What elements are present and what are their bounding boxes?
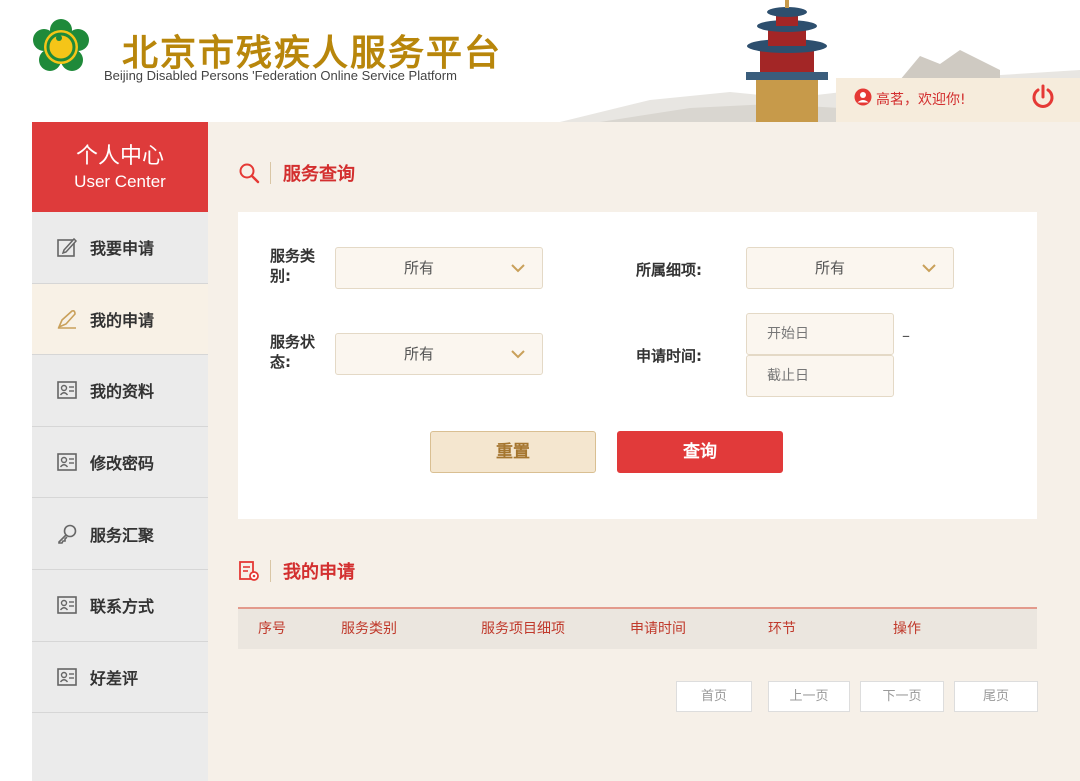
main-content: 服务查询 服务类别: 所有 所属细项: 所有 服务状态: 所有 申请时间: 开始… [208,122,1080,781]
end-date-input[interactable] [747,356,893,396]
search-panel: 服务类别: 所有 所属细项: 所有 服务状态: 所有 申请时间: 开始日 截止日… [238,212,1037,519]
id-card-icon [57,596,77,615]
id-card-icon [57,453,77,471]
chevron-down-icon [511,264,525,273]
end-date-field [746,355,894,397]
service-type-value: 所有 [403,259,434,277]
sub-item-select[interactable]: 所有 [746,247,954,289]
logout-power-icon[interactable] [1030,84,1056,110]
sidebar-item-services[interactable]: 服务汇聚 [32,498,208,570]
date-range-dash: – [902,326,910,345]
query-section-header: 服务查询 [238,160,355,186]
last-page-button[interactable]: 尾页 [954,681,1038,712]
sidebar-item-rating[interactable]: 好差评 [32,642,208,714]
site-header: 北京市残疾人服务平台 Beijing Disabled Persons 'Fed… [0,0,1080,122]
sidebar-item-label: 我的资料 [90,382,155,402]
sidebar-item-label: 联系方式 [90,597,155,617]
column-header-service-type: 服务类别 [341,621,397,637]
next-page-button[interactable]: 下一页 [860,681,944,712]
search-icon [239,163,260,184]
user-center-subtitle: User Center [74,172,166,191]
sidebar-item-label: 服务汇聚 [90,525,155,545]
column-header-actions: 操作 [893,621,921,637]
chevron-down-icon [511,350,525,359]
column-header-apply-time: 申请时间 [630,621,686,637]
reset-button[interactable]: 重置 [430,431,596,473]
key-icon [58,524,77,544]
sidebar-item-label: 修改密码 [90,454,155,474]
prev-page-button[interactable]: 上一页 [768,681,850,712]
id-card-icon [57,668,77,686]
service-type-label: 服务类别: [270,247,316,285]
pen-icon [57,309,76,329]
start-date-field [746,313,894,355]
query-button[interactable]: 查询 [617,431,783,473]
sidebar-item-my-applications[interactable]: 我的申请 [32,283,208,356]
apply-time-label: 申请时间: [636,347,702,365]
user-greeting: 高茗，欢迎你! [876,92,966,108]
status-label: 服务状态: [270,333,316,371]
first-page-button[interactable]: 首页 [676,681,752,712]
sidebar-item-my-profile[interactable]: 我的资料 [32,355,208,427]
applications-table-header: 序号 服务类别 服务项目细项 申请时间 环节 操作 [238,609,1037,649]
section-divider [270,560,271,582]
applications-section-title: 我的申请 [283,562,355,583]
status-value: 所有 [403,345,434,363]
chevron-down-icon [922,264,936,273]
column-header-stage: 环节 [768,621,796,637]
user-center-header: 个人中心 User Center [32,122,208,212]
user-center-title: 个人中心 [75,144,164,169]
federation-logo [33,19,89,71]
user-avatar-icon [854,88,872,106]
start-date-input[interactable] [747,314,893,354]
sidebar-item-contact[interactable]: 联系方式 [32,570,208,642]
section-divider [270,162,271,184]
sidebar-item-apply[interactable]: 我要申请 [32,212,208,284]
edit-icon [57,238,78,258]
document-gear-icon [239,561,259,581]
sidebar: 个人中心 User Center 我要申请 我的申请 我的资料 修改密码 服务汇… [32,122,208,781]
sub-item-value: 所有 [814,259,845,277]
sidebar-item-label: 我要申请 [90,239,155,259]
id-card-icon [57,381,77,400]
applications-section-header: 我的申请 [238,558,355,584]
query-section-title: 服务查询 [283,164,355,185]
service-type-select[interactable]: 所有 [335,247,543,289]
status-select[interactable]: 所有 [335,333,543,375]
site-subtitle: Beijing Disabled Persons 'Federation Onl… [104,68,457,83]
sub-item-label: 所属细项: [636,261,702,279]
column-header-index: 序号 [258,621,286,637]
sidebar-item-label: 我的申请 [90,310,155,330]
sidebar-item-label: 好差评 [90,668,139,688]
column-header-service-item: 服务项目细项 [481,621,565,637]
sidebar-item-change-password[interactable]: 修改密码 [32,427,208,499]
